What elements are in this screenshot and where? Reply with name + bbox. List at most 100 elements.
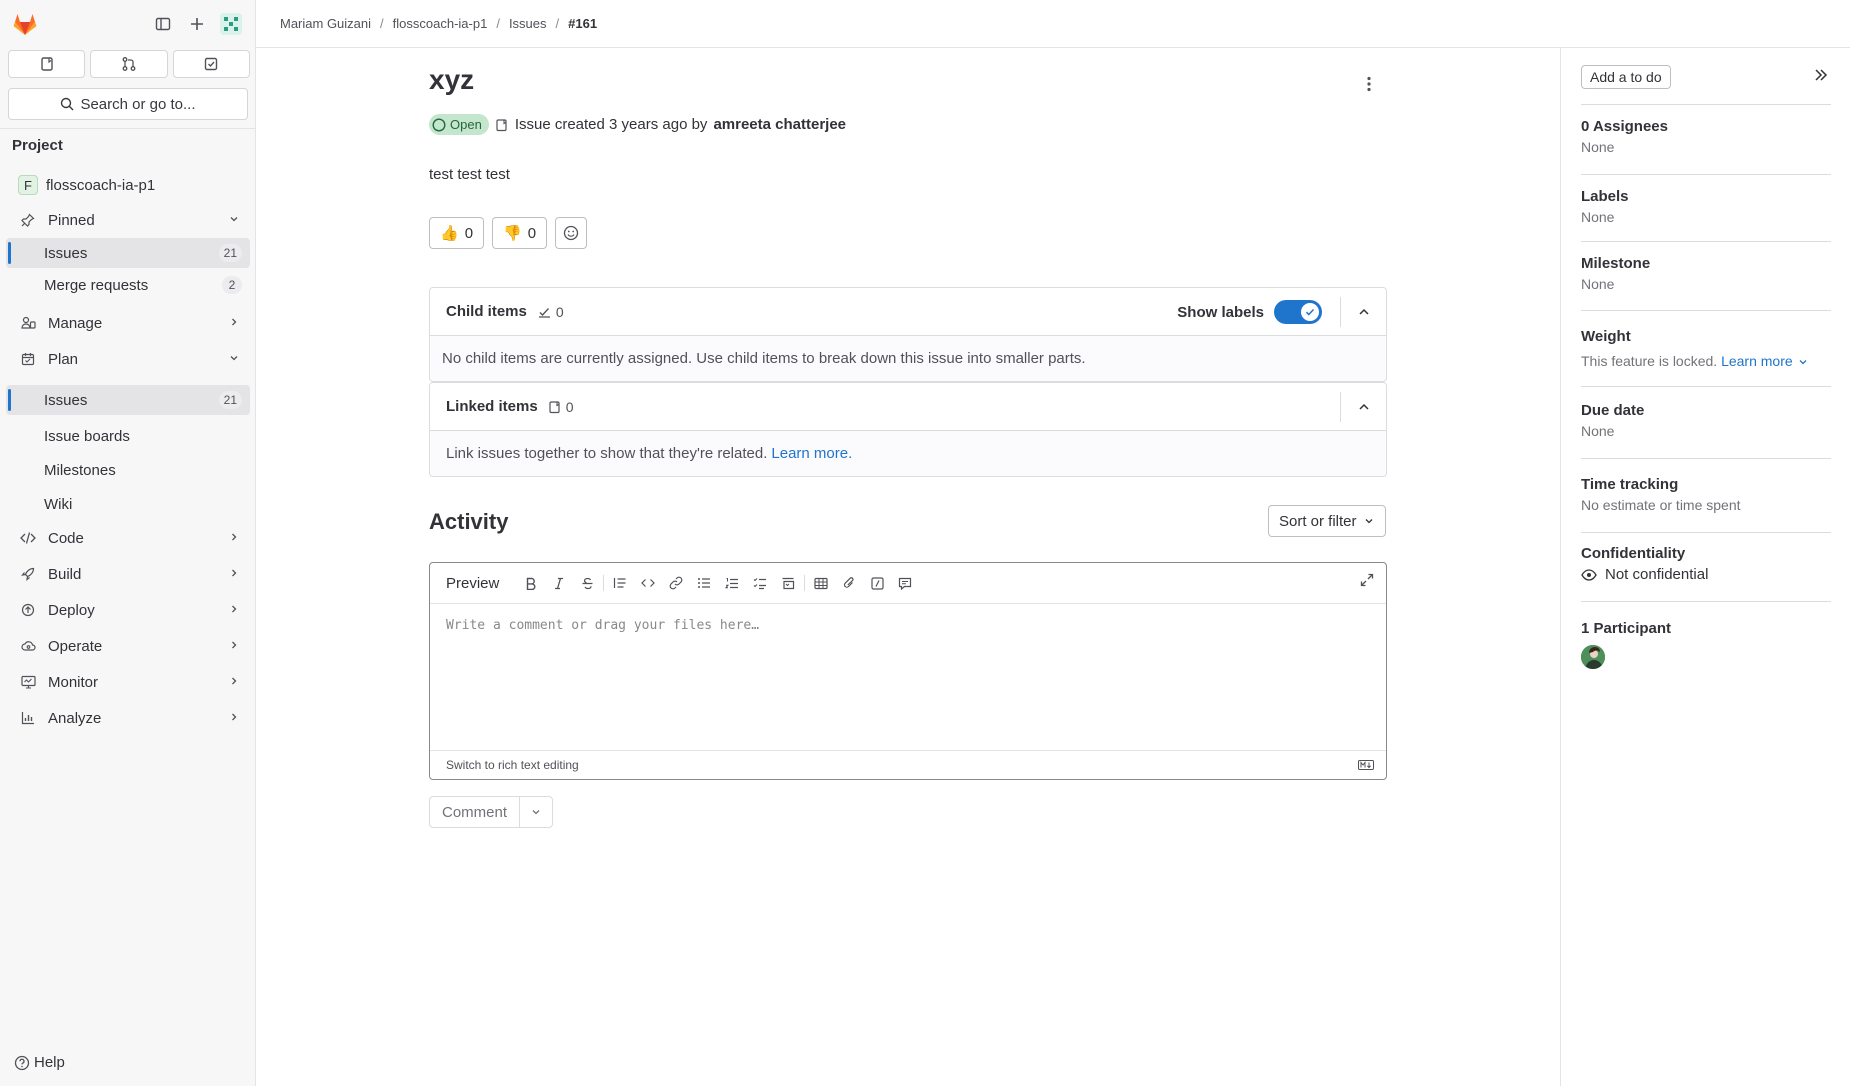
- sidebar-item-pinned-issues[interactable]: Issues 21: [6, 238, 250, 268]
- sidebar-divider: [0, 128, 256, 129]
- show-labels-control: Show labels: [1177, 300, 1322, 324]
- breadcrumb-item[interactable]: Issues: [509, 16, 547, 31]
- sidebar-item-wiki[interactable]: Wiki: [6, 489, 250, 519]
- code-icon[interactable]: [634, 571, 662, 595]
- thumbs-up-button[interactable]: 👍 0: [429, 217, 485, 249]
- sidebar-item-milestones[interactable]: Milestones: [6, 455, 250, 485]
- sidebar-item-label: Build: [48, 565, 82, 583]
- help-button[interactable]: Help: [14, 1054, 65, 1071]
- sidebar-item-plan-issues[interactable]: Issues 21: [6, 385, 250, 415]
- slash-command-icon[interactable]: [863, 571, 891, 595]
- learn-more-link[interactable]: Learn more.: [771, 445, 852, 462]
- table-icon[interactable]: [807, 571, 835, 595]
- sidebar-item-operate[interactable]: Operate: [6, 631, 250, 661]
- more-actions-icon[interactable]: [1359, 72, 1379, 96]
- due-date-title: Due date: [1581, 402, 1645, 419]
- bold-icon[interactable]: [517, 571, 545, 595]
- attach-file-icon[interactable]: [835, 571, 863, 595]
- weight-title: Weight: [1581, 328, 1631, 345]
- comment-button[interactable]: Comment: [430, 797, 521, 827]
- time-tracking-section: Time tracking No estimate or time spent: [1581, 476, 1831, 513]
- assigned-issues-icon[interactable]: [8, 50, 86, 78]
- author-link[interactable]: amreeta chatterjee: [713, 116, 846, 133]
- weight-learn-more-link[interactable]: Learn more: [1721, 353, 1793, 369]
- collapse-sidebar-icon[interactable]: [1813, 67, 1829, 83]
- quote-icon[interactable]: [606, 571, 634, 595]
- collapse-linked-items-button[interactable]: [1340, 392, 1386, 422]
- sidebar-item-plan[interactable]: Plan: [6, 344, 250, 374]
- count-badge: 21: [218, 391, 242, 409]
- gitlab-logo-icon[interactable]: [12, 11, 38, 37]
- sidebar-item-manage[interactable]: Manage: [6, 308, 250, 338]
- sidebar-item-label: Deploy: [48, 601, 95, 619]
- numbered-list-icon[interactable]: [718, 571, 746, 595]
- sidebar-item-deploy[interactable]: Deploy: [6, 595, 250, 625]
- sidebar-toggle-icon[interactable]: [152, 13, 174, 35]
- chart-icon: [16, 711, 40, 725]
- sidebar-item-label: Milestones: [44, 461, 116, 479]
- sidebar-item-label: Analyze: [48, 709, 102, 727]
- assignees-value: None: [1581, 139, 1615, 155]
- participants-title: 1 Participant: [1581, 620, 1672, 637]
- user-avatar[interactable]: [220, 13, 242, 35]
- create-new-icon[interactable]: [186, 13, 208, 35]
- sidebar-item-analyze[interactable]: Analyze: [6, 703, 250, 733]
- sidebar-item-label: Manage: [48, 314, 103, 332]
- calendar-icon: [16, 352, 40, 366]
- labels-section: Labels None: [1581, 188, 1831, 225]
- sort-or-filter-button[interactable]: Sort or filter: [1268, 505, 1386, 537]
- linked-items-card: Linked items 0 Link issues together to s…: [429, 382, 1387, 477]
- italic-icon[interactable]: [545, 571, 573, 595]
- sidebar-divider: [1581, 174, 1831, 175]
- breadcrumb-current[interactable]: #161: [568, 16, 597, 31]
- sort-label: Sort or filter: [1279, 512, 1357, 530]
- add-reaction-button[interactable]: [555, 217, 588, 249]
- question-icon: [14, 1055, 30, 1070]
- merge-requests-icon[interactable]: [90, 50, 168, 78]
- participant-avatar[interactable]: [1581, 645, 1605, 669]
- breadcrumb-item[interactable]: Mariam Guizani: [280, 16, 371, 31]
- chevron-up-icon: [1358, 308, 1369, 315]
- chevron-right-icon: [228, 639, 240, 651]
- status-badge: Open: [429, 114, 489, 135]
- status-label: Open: [450, 117, 482, 132]
- link-icon[interactable]: [662, 571, 690, 595]
- issue-title: xyz: [429, 64, 475, 95]
- participants-section: 1 Participant: [1581, 620, 1831, 669]
- time-tracking-value: No estimate or time spent: [1581, 497, 1741, 513]
- add-todo-button[interactable]: Add a to do: [1581, 65, 1671, 89]
- thumbs-down-button[interactable]: 👎 0: [492, 217, 548, 249]
- show-labels-toggle[interactable]: [1274, 300, 1322, 324]
- collapse-child-items-button[interactable]: [1340, 297, 1386, 327]
- breadcrumb-item[interactable]: flosscoach-ia-p1: [393, 16, 488, 31]
- sidebar-item-code[interactable]: Code: [6, 523, 250, 553]
- strikethrough-icon[interactable]: [573, 571, 601, 595]
- preview-tab[interactable]: Preview: [446, 575, 499, 592]
- search-button[interactable]: Search or go to...: [8, 88, 248, 120]
- fullscreen-icon[interactable]: [1360, 573, 1374, 587]
- sidebar-item-pinned[interactable]: Pinned: [6, 205, 250, 235]
- task-list-icon[interactable]: [746, 571, 774, 595]
- switch-rich-text-button[interactable]: Switch to rich text editing: [446, 758, 579, 772]
- child-items-count-value: 0: [555, 303, 564, 320]
- editor-footer: Switch to rich text editing: [430, 750, 1386, 779]
- child-items-empty-text: No child items are currently assigned. U…: [442, 350, 1086, 367]
- confidentiality-value: Not confidential: [1581, 566, 1831, 583]
- left-sidebar: Search or go to... Project F flosscoach-…: [0, 0, 256, 1086]
- comment-template-icon[interactable]: [891, 571, 919, 595]
- sidebar-item-build[interactable]: Build: [6, 559, 250, 589]
- activity-title: Activity: [429, 509, 509, 534]
- comment-textarea[interactable]: Write a comment or drag your files here…: [430, 604, 1386, 750]
- comment-options-button[interactable]: [520, 797, 552, 827]
- sidebar-divider: [1581, 601, 1831, 602]
- todo-list-icon[interactable]: [172, 50, 250, 78]
- sidebar-item-project[interactable]: F flosscoach-ia-p1: [6, 170, 250, 200]
- sidebar-top: [0, 0, 256, 48]
- due-date-section: Due date None: [1581, 402, 1831, 439]
- sidebar-item-monitor[interactable]: Monitor: [6, 667, 250, 697]
- sidebar-item-issue-boards[interactable]: Issue boards: [6, 421, 250, 451]
- collapsible-section-icon[interactable]: [774, 571, 802, 595]
- bullet-list-icon[interactable]: [690, 571, 718, 595]
- sidebar-item-label: Monitor: [48, 673, 99, 691]
- sidebar-item-pinned-merge-requests[interactable]: Merge requests 2: [6, 270, 250, 300]
